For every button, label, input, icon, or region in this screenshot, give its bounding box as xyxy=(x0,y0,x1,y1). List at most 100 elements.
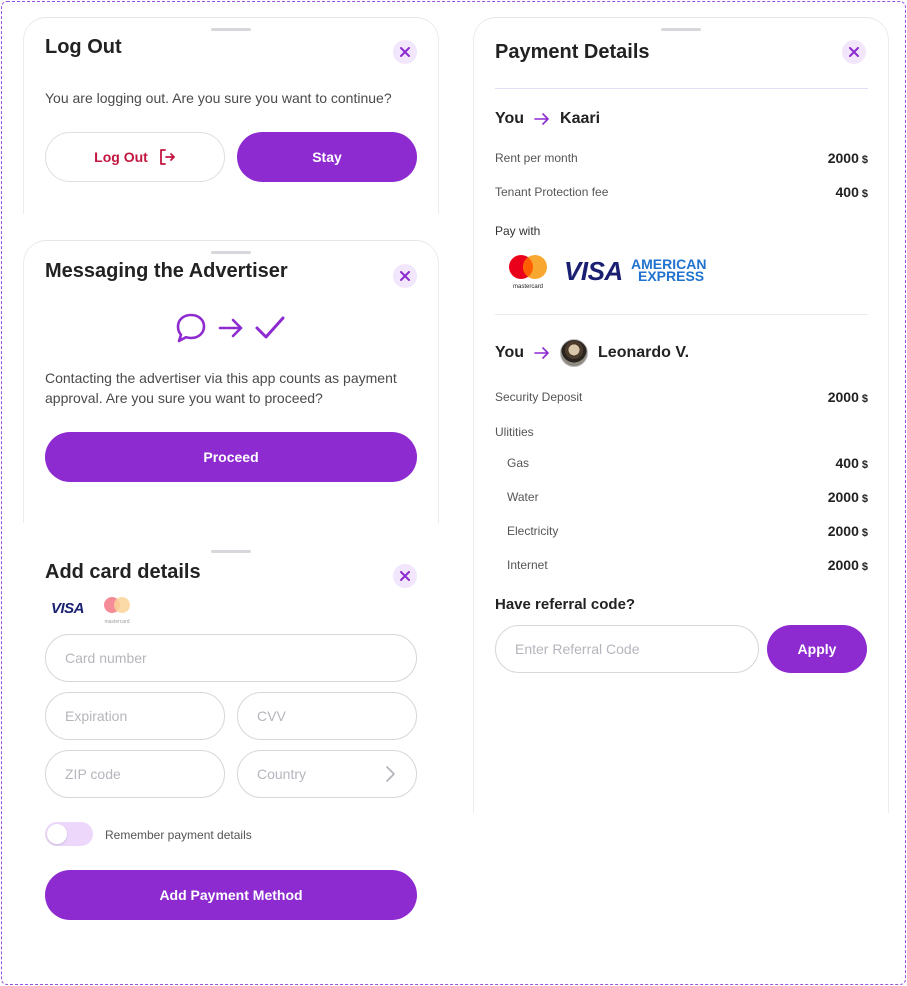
fee-label: Water xyxy=(507,490,539,504)
drag-handle[interactable] xyxy=(211,550,251,553)
fee-label: Security Deposit xyxy=(495,390,583,404)
fee-label: Electricity xyxy=(507,524,559,538)
mastercard-logo[interactable]: mastercard xyxy=(100,596,134,625)
zip-code-input[interactable]: ZIP code xyxy=(45,750,225,798)
fee-amount: 2000 $ xyxy=(828,489,868,505)
close-icon xyxy=(400,271,410,281)
remember-label: Remember payment details xyxy=(105,828,252,842)
utility-row: Internet 2000 $ xyxy=(495,557,868,573)
add-payment-method-button[interactable]: Add Payment Method xyxy=(45,870,417,920)
fee-amount: 400 $ xyxy=(836,184,868,200)
toggle-knob xyxy=(47,824,67,844)
close-button[interactable] xyxy=(842,40,866,64)
close-icon xyxy=(400,47,410,57)
country-select[interactable]: Country xyxy=(237,750,417,798)
amount-value: 2000 xyxy=(827,557,859,573)
currency-symbol: $ xyxy=(861,154,868,166)
logout-message: You are logging out. Are you sure you wa… xyxy=(45,90,392,106)
stay-button[interactable]: Stay xyxy=(237,132,417,182)
utility-row: Electricity 2000 $ xyxy=(495,523,868,539)
close-icon xyxy=(400,571,410,581)
arrow-right-icon xyxy=(218,318,243,338)
logout-icon xyxy=(159,149,175,165)
avatar xyxy=(560,339,589,367)
amex-logo[interactable]: AMERICAN EXPRESS xyxy=(631,257,706,284)
fee-amount: 2000 $ xyxy=(828,523,868,539)
remember-toggle[interactable] xyxy=(45,822,93,846)
messaging-sheet: Messaging the Advertiser Contacting the … xyxy=(24,241,438,523)
drag-handle[interactable] xyxy=(661,28,701,31)
add-card-sheet: Add card details VISA mastercard Card nu… xyxy=(24,540,438,940)
payer-name: You xyxy=(495,110,525,127)
card-number-input[interactable]: Card number xyxy=(45,634,417,682)
arrow-right-icon xyxy=(534,113,549,125)
cvv-input[interactable]: CVV xyxy=(237,692,417,740)
fee-label: Tenant Protection fee xyxy=(495,185,609,199)
chevron-right-icon xyxy=(386,766,395,782)
payer-name: You xyxy=(495,344,525,361)
fee-amount: 2000 $ xyxy=(828,389,868,405)
transfer-header: You Kaari xyxy=(495,110,600,128)
section-divider xyxy=(495,314,868,315)
close-icon xyxy=(849,47,859,57)
fee-label: Internet xyxy=(507,558,548,572)
sheet-title: Messaging the Advertiser xyxy=(45,260,288,282)
currency-symbol: $ xyxy=(861,527,868,539)
close-button[interactable] xyxy=(393,264,417,288)
fee-row: Security Deposit 2000 $ xyxy=(495,389,868,405)
currency-symbol: $ xyxy=(861,493,868,505)
visa-logo[interactable]: VISA xyxy=(51,600,85,617)
expiration-input[interactable]: Expiration xyxy=(45,692,225,740)
fee-row: Tenant Protection fee 400 $ xyxy=(495,184,868,200)
referral-code-input[interactable]: Enter Referral Code xyxy=(495,625,759,673)
logout-sheet: Log Out You are logging out. Are you sur… xyxy=(24,18,438,214)
amount-value: 2000 xyxy=(827,489,859,505)
amount-value: 2000 xyxy=(827,523,859,539)
fee-amount: 400 $ xyxy=(836,455,868,471)
payee-name: Leonardo V. xyxy=(598,344,690,361)
currency-symbol: $ xyxy=(861,459,868,471)
proceed-button[interactable]: Proceed xyxy=(45,432,417,482)
currency-symbol: $ xyxy=(861,561,868,573)
chat-bubble-icon xyxy=(176,313,206,343)
checkmark-icon xyxy=(255,316,285,339)
close-button[interactable] xyxy=(393,564,417,588)
amex-line-2: EXPRESS xyxy=(638,268,705,284)
fee-amount: 2000 $ xyxy=(828,150,868,166)
apply-button[interactable]: Apply xyxy=(767,625,867,673)
currency-symbol: $ xyxy=(861,393,868,405)
amount-value: 2000 xyxy=(827,389,859,405)
messaging-message-line-2: approval. Are you sure you want to proce… xyxy=(45,390,323,406)
pay-with-label: Pay with xyxy=(495,224,541,238)
sheet-title: Log Out xyxy=(45,36,122,58)
utility-row: Gas 400 $ xyxy=(495,455,868,471)
visa-logo[interactable]: VISA xyxy=(564,256,623,287)
sheet-title: Payment Details xyxy=(495,41,650,63)
drag-handle[interactable] xyxy=(211,251,251,254)
country-placeholder: Country xyxy=(257,766,307,782)
logout-button[interactable]: Log Out xyxy=(45,132,225,182)
mastercard-caption: mastercard xyxy=(512,284,543,290)
fee-amount: 2000 $ xyxy=(828,557,868,573)
arrow-right-icon xyxy=(534,347,549,359)
payee-name: Kaari xyxy=(560,110,601,127)
utilities-label: Ulitities xyxy=(495,425,534,439)
sheet-title: Add card details xyxy=(45,561,201,583)
amount-value: 2000 xyxy=(827,150,859,166)
header-divider xyxy=(495,88,868,89)
amount-value: 400 xyxy=(835,184,859,200)
fee-row: Rent per month 2000 $ xyxy=(495,150,868,166)
logout-button-label: Log Out xyxy=(94,149,148,165)
mastercard-logo[interactable]: mastercard xyxy=(507,254,549,290)
drag-handle[interactable] xyxy=(211,28,251,31)
payment-details-sheet: Payment Details You Kaari Rent per month… xyxy=(474,18,888,813)
messaging-message: Contacting the advertiser via this app c… xyxy=(45,368,397,408)
mastercard-caption: mastercard xyxy=(104,619,130,625)
utility-row: Water 2000 $ xyxy=(495,489,868,505)
mastercard-icon xyxy=(104,597,130,613)
referral-heading: Have referral code? xyxy=(495,596,636,613)
transfer-header: You Leonardo V. xyxy=(495,339,689,367)
close-button[interactable] xyxy=(393,40,417,64)
messaging-message-line-1: Contacting the advertiser via this app c… xyxy=(45,370,397,386)
amount-value: 400 xyxy=(835,455,859,471)
